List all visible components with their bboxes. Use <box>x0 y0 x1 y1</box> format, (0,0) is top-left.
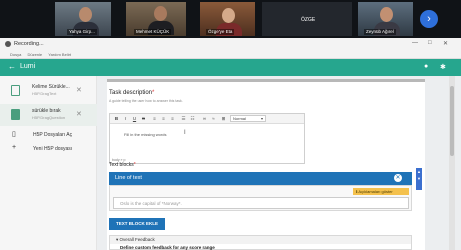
add-text-block-button[interactable]: TEXT BLOCK EKLE <box>109 218 165 230</box>
recording-label: Recording... <box>14 41 44 47</box>
text-cursor-icon: I <box>184 130 186 136</box>
back-arrow-icon[interactable]: ← <box>8 62 16 71</box>
new-h5p-file-button[interactable]: + Yeni H5P dosyası <box>0 142 97 156</box>
settings-icon[interactable]: ● <box>424 63 428 70</box>
participant-tile[interactable]: Zeynüb Ağırel <box>358 2 413 36</box>
reorder-arrows-icon[interactable]: ▲ ▼ <box>416 168 422 190</box>
maximize-button[interactable]: □ <box>428 40 432 46</box>
participant-tile[interactable]: ÖZGE <box>262 2 352 36</box>
rich-text-editor[interactable]: B I U S ≡ ≡ ≡ ☰ ☷ ∞ ≈ ⊞ Normal▾ Fill in <box>109 113 305 164</box>
text-block-title: Line of text <box>115 175 142 181</box>
file-type: H5P.DragText <box>32 91 57 96</box>
file-name: Kelime Sürükle... <box>32 84 70 90</box>
participant-tile[interactable]: Mehmet KÜÇÜK <box>126 2 186 36</box>
unlink-icon[interactable]: ≈ <box>210 115 217 122</box>
recording-bar: Recording... — □ ✕ <box>0 38 461 51</box>
sidebar: Kelime Sürükle... H5P.DragText ✕ sürükle… <box>0 76 97 250</box>
menu-bar: Dosya Düzenle Yardım Belirt <box>0 51 461 59</box>
menu-item[interactable]: Dosya <box>10 52 21 57</box>
participant-name: Mehmet KÜÇÜK <box>134 29 172 35</box>
plus-icon: + <box>12 144 17 151</box>
text-blocks-label: Text blocks* <box>109 162 136 168</box>
participant-name: Özge'ye Eta <box>206 29 235 35</box>
participant-tile[interactable]: Yahya Girp... <box>55 2 111 36</box>
line-of-text-input[interactable]: Oslo is the capital of *Norway*. <box>113 197 409 209</box>
task-description-hint: A guide telling the user how to answer t… <box>109 99 183 103</box>
participant-name: Yahya Girp... <box>67 29 97 35</box>
align-left-icon[interactable]: ≡ <box>151 115 158 122</box>
action-label: H5P Dosyaları Aç <box>33 132 73 138</box>
underline-icon[interactable]: U <box>131 115 138 122</box>
participant-name: ÖZGE <box>301 17 316 23</box>
h5p-file-icon <box>11 85 20 96</box>
italic-icon[interactable]: I <box>122 115 129 122</box>
file-type: H5P.DragQuestion <box>32 115 66 120</box>
editor-content: Task description* A guide telling the us… <box>107 82 425 250</box>
editor-area: Task description* A guide telling the us… <box>97 76 461 250</box>
action-label: Yeni H5P dosyası <box>33 146 73 152</box>
overall-feedback-panel[interactable]: ▾ Overall Feedback Define custom feedbac… <box>109 235 412 250</box>
document-icon: ▯ <box>12 131 16 138</box>
app-header: ← Lumi ● ✱ <box>0 59 461 76</box>
text-block-body: ℹ Açıklamaları göster Oslo is the capita… <box>109 185 412 211</box>
overall-feedback-header[interactable]: ▾ Overall Feedback <box>110 236 411 244</box>
format-select[interactable]: Normal ▾ <box>230 115 266 122</box>
close-icon[interactable]: ✕ <box>76 86 82 94</box>
minimize-button[interactable]: — <box>412 40 418 46</box>
sidebar-file-item[interactable]: Kelime Sürükle... H5P.DragText ✕ <box>0 80 97 102</box>
record-icon <box>5 41 11 47</box>
sidebar-file-item[interactable]: sürükle bırak H5P.DragQuestion ✕ <box>0 104 97 126</box>
bold-icon[interactable]: B <box>113 115 120 122</box>
input-placeholder: Oslo is the capital of *Norway*. <box>120 201 182 206</box>
bullet-list-icon[interactable]: ☷ <box>189 115 196 122</box>
align-center-icon[interactable]: ≡ <box>160 115 167 122</box>
scrollbar-thumb[interactable] <box>450 86 454 156</box>
gear-icon[interactable]: ✱ <box>440 63 446 71</box>
remove-block-icon[interactable]: ✕ <box>394 174 402 182</box>
participant-tile[interactable]: Özge'ye Eta <box>200 2 255 36</box>
participant-name: Zeynüb Ağırel <box>364 29 396 35</box>
chevron-down-icon: ▾ <box>260 116 263 121</box>
numbered-list-icon[interactable]: ☰ <box>180 115 187 122</box>
screen: Yahya Girp... Mehmet KÜÇÜK Özge'ye Eta Ö… <box>0 0 461 250</box>
open-h5p-files-button[interactable]: ▯ H5P Dosyaları Aç <box>0 128 97 142</box>
chevron-right-icon[interactable]: › <box>420 10 438 28</box>
h5p-file-icon <box>11 109 20 120</box>
align-right-icon[interactable]: ≡ <box>169 115 176 122</box>
video-strip: Yahya Girp... Mehmet KÜÇÜK Özge'ye Eta Ö… <box>0 0 461 38</box>
file-name: sürükle bırak <box>32 108 61 114</box>
feedback-description: Define custom feedback for any score ran… <box>120 245 215 250</box>
menu-item[interactable]: Yardım Belirt <box>48 52 71 57</box>
strikethrough-icon[interactable]: S <box>140 115 147 122</box>
vertical-scrollbar[interactable] <box>449 76 455 250</box>
show-important-button[interactable]: ℹ Açıklamaları göster <box>353 188 409 195</box>
text-block-header[interactable]: Line of text ✕ <box>109 172 412 185</box>
task-description-label: Task description* <box>109 90 155 96</box>
close-window-button[interactable]: ✕ <box>443 40 448 47</box>
close-icon[interactable]: ✕ <box>76 110 82 118</box>
editor-body-text: Fill in the missing words <box>124 132 167 137</box>
app-title: Lumi <box>20 63 36 70</box>
menu-item[interactable]: Düzenle <box>27 52 42 57</box>
editor-toolbar: B I U S ≡ ≡ ≡ ☰ ☷ ∞ ≈ ⊞ Normal ▾ <box>110 114 304 124</box>
table-icon[interactable]: ⊞ <box>220 115 227 122</box>
link-icon[interactable]: ∞ <box>201 115 208 122</box>
